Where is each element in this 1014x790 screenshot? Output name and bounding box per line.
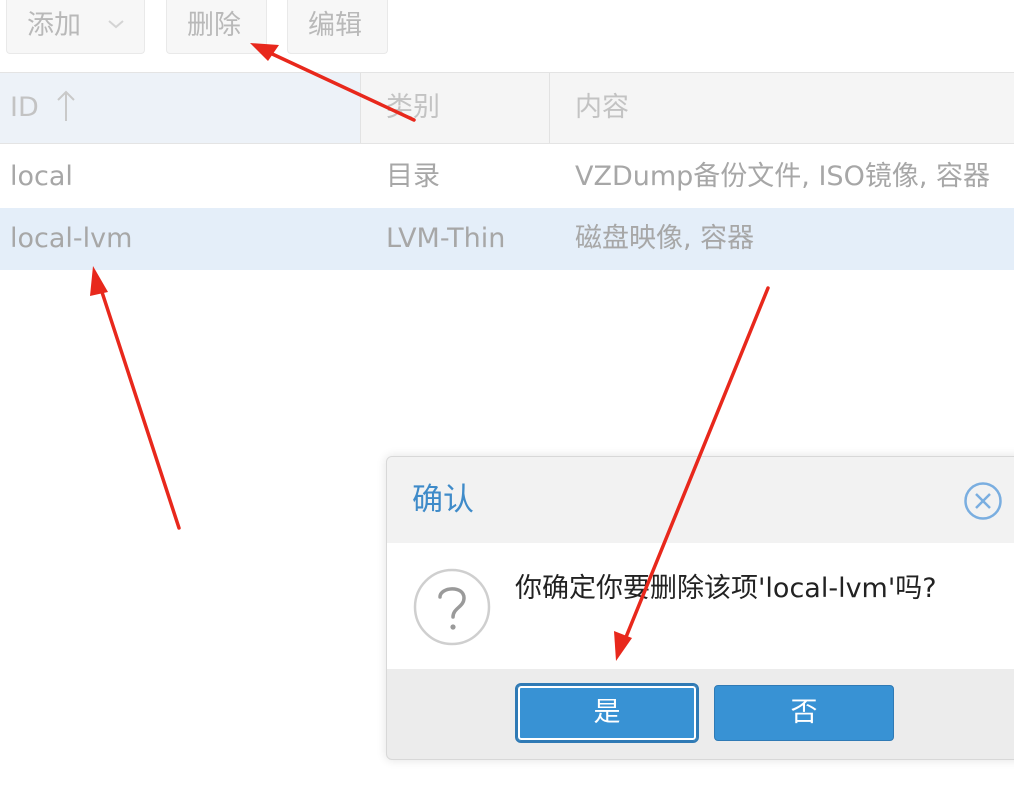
yes-button[interactable]: 是 bbox=[515, 683, 699, 743]
toolbar: 添加 删除 编辑 bbox=[0, 0, 1014, 70]
chevron-down-icon bbox=[108, 20, 124, 29]
row-content: 磁盘映像, 容器 bbox=[575, 223, 755, 254]
column-header-content[interactable]: 内容 bbox=[550, 73, 1014, 143]
no-button[interactable]: 否 bbox=[714, 685, 894, 741]
column-header-id[interactable]: ID bbox=[0, 73, 361, 143]
column-header-type-label: 类别 bbox=[386, 92, 440, 123]
table-row[interactable]: local 目录 VZDump备份文件, ISO镜像, 容器 bbox=[0, 146, 1014, 208]
dialog-message: 你确定你要删除该项'local-lvm'吗? bbox=[515, 573, 937, 604]
dialog-title: 确认 bbox=[412, 482, 474, 518]
page: 添加 删除 编辑 ID 类别 内容 local 目录 VZDump备份文件, I… bbox=[0, 0, 1014, 790]
add-button[interactable]: 添加 bbox=[6, 0, 145, 54]
confirm-dialog: 确认 你确定你要删除该项'local-lvm'吗? 是 否 bbox=[386, 456, 1014, 760]
add-button-label: 添加 bbox=[27, 10, 81, 41]
column-header-id-label: ID bbox=[10, 92, 39, 123]
dialog-body: 你确定你要删除该项'local-lvm'吗? bbox=[387, 543, 1014, 669]
edit-button-label: 编辑 bbox=[308, 10, 362, 41]
dialog-footer: 是 否 bbox=[387, 669, 1014, 759]
grid-header: ID 类别 内容 bbox=[0, 72, 1014, 144]
annotation-arrow bbox=[90, 266, 181, 530]
edit-button[interactable]: 编辑 bbox=[287, 0, 388, 54]
column-header-type[interactable]: 类别 bbox=[361, 73, 550, 143]
close-circle-icon[interactable] bbox=[963, 481, 1003, 521]
row-id: local-lvm bbox=[10, 223, 133, 254]
sort-ascending-icon bbox=[57, 90, 76, 121]
delete-button[interactable]: 删除 bbox=[166, 0, 267, 54]
row-id: local bbox=[10, 161, 73, 192]
delete-button-label: 删除 bbox=[187, 10, 241, 41]
question-icon bbox=[413, 568, 491, 646]
table-row-selected[interactable]: local-lvm LVM-Thin 磁盘映像, 容器 bbox=[0, 208, 1014, 270]
row-type: 目录 bbox=[386, 161, 440, 192]
column-header-content-label: 内容 bbox=[575, 92, 629, 123]
row-content: VZDump备份文件, ISO镜像, 容器 bbox=[575, 161, 990, 192]
dialog-header: 确认 bbox=[387, 457, 1014, 543]
row-type: LVM-Thin bbox=[386, 223, 506, 254]
